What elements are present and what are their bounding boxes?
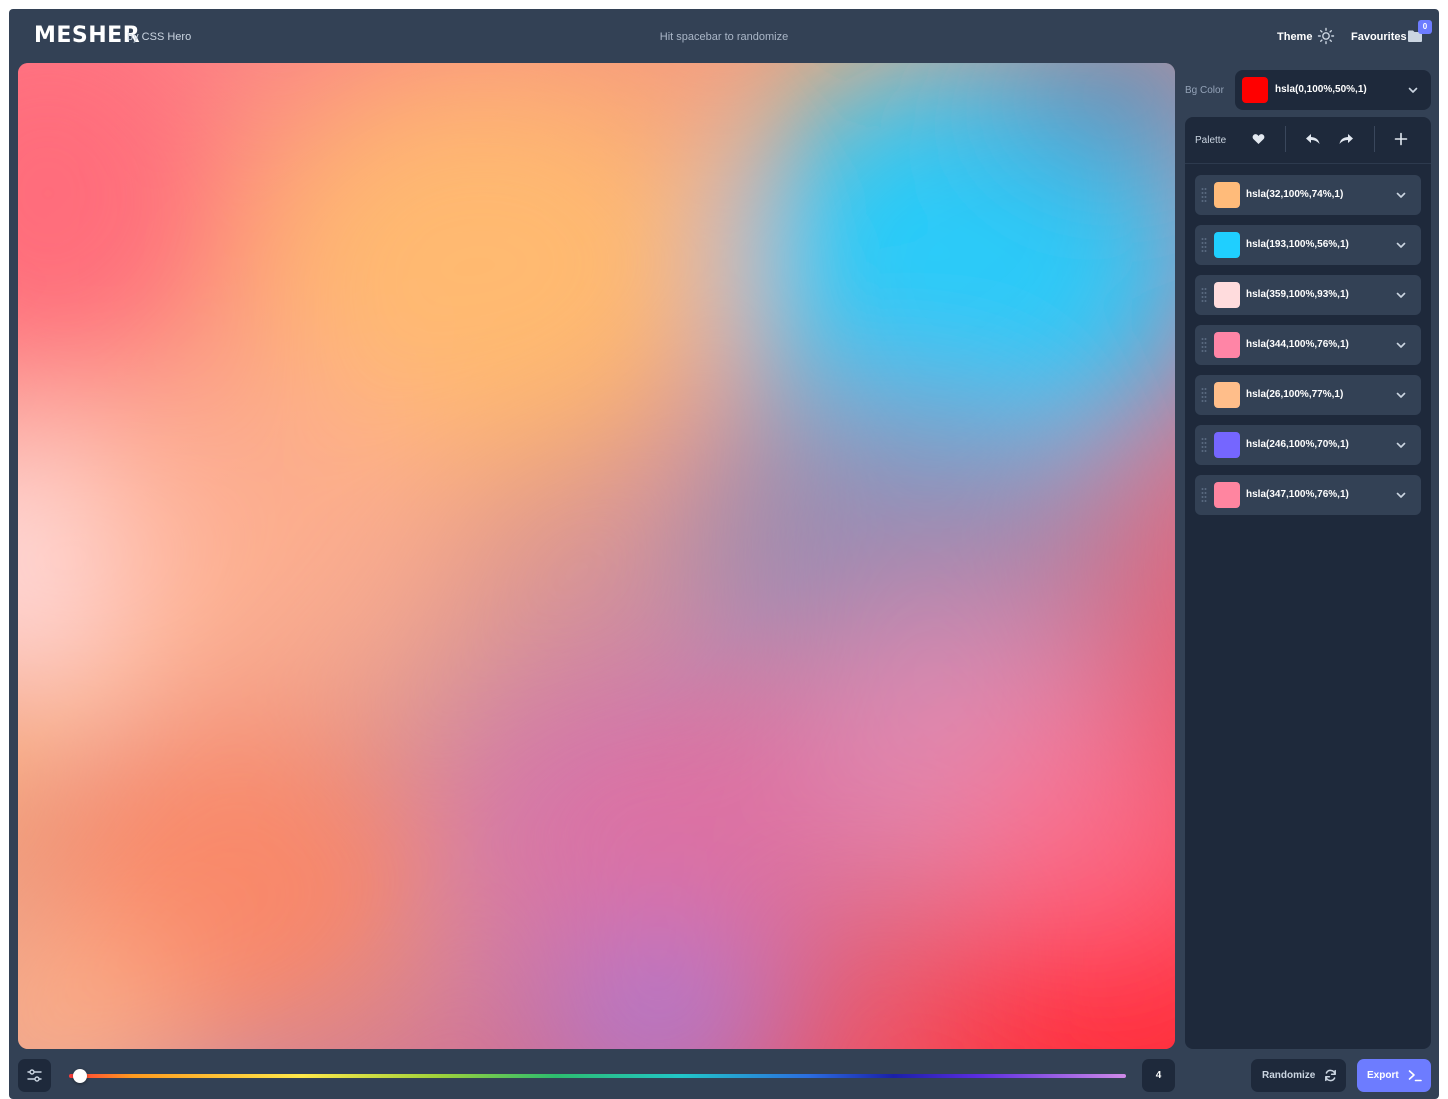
palette-color-row[interactable]: hsla(359,100%,93%,1) xyxy=(1195,275,1421,315)
favourites-button[interactable]: Favourites xyxy=(1351,31,1407,43)
color-swatch[interactable] xyxy=(1214,282,1240,308)
terminal-icon xyxy=(1408,1070,1422,1082)
redo-icon[interactable] xyxy=(1338,132,1354,146)
color-value: hsla(193,100%,56%,1) xyxy=(1246,239,1349,250)
chevron-down-icon[interactable] xyxy=(1395,239,1407,251)
color-value: hsla(246,100%,70%,1) xyxy=(1246,439,1349,450)
bg-color-select[interactable]: hsla(0,100%,50%,1) xyxy=(1235,70,1431,110)
color-slider-track[interactable] xyxy=(69,1074,1126,1078)
color-value: hsla(347,100%,76%,1) xyxy=(1246,489,1349,500)
toolbar-separator xyxy=(1374,126,1375,152)
palette-color-list: hsla(32,100%,74%,1) hsla(193,100%,56%,1)… xyxy=(1195,175,1421,525)
sun-icon[interactable] xyxy=(1317,27,1335,45)
color-swatch[interactable] xyxy=(1214,432,1240,458)
settings-button[interactable] xyxy=(18,1059,51,1092)
drag-handle-icon[interactable] xyxy=(1201,187,1207,203)
color-value: hsla(359,100%,93%,1) xyxy=(1246,289,1349,300)
header: MESHER by CSS Hero Hit spacebar to rando… xyxy=(9,9,1439,61)
randomize-hint: Hit spacebar to randomize xyxy=(659,31,789,43)
color-swatch[interactable] xyxy=(1214,232,1240,258)
mesh-gradient-preview xyxy=(18,63,1175,1049)
sliders-icon xyxy=(27,1069,42,1082)
palette-toolbar: Palette xyxy=(1185,117,1431,164)
palette-color-row[interactable]: hsla(26,100%,77%,1) xyxy=(1195,375,1421,415)
color-swatch[interactable] xyxy=(1214,482,1240,508)
color-value: hsla(344,100%,76%,1) xyxy=(1246,339,1349,350)
bg-color-label: Bg Color xyxy=(1185,85,1224,96)
undo-icon[interactable] xyxy=(1305,132,1321,146)
favourites-count-badge: 0 xyxy=(1418,20,1432,34)
color-swatch[interactable] xyxy=(1214,382,1240,408)
chevron-down-icon[interactable] xyxy=(1395,389,1407,401)
chevron-down-icon[interactable] xyxy=(1407,84,1419,96)
randomize-label: Randomize xyxy=(1262,1070,1316,1081)
points-count[interactable]: 4 xyxy=(1142,1059,1175,1092)
palette-color-row[interactable]: hsla(347,100%,76%,1) xyxy=(1195,475,1421,515)
refresh-icon xyxy=(1325,1069,1336,1082)
drag-handle-icon[interactable] xyxy=(1201,287,1207,303)
bg-color-value: hsla(0,100%,50%,1) xyxy=(1275,84,1367,95)
randomize-button[interactable]: Randomize xyxy=(1251,1059,1346,1092)
color-slider-thumb[interactable] xyxy=(73,1069,87,1083)
export-label: Export xyxy=(1367,1070,1399,1081)
color-value: hsla(26,100%,77%,1) xyxy=(1246,389,1344,400)
chevron-down-icon[interactable] xyxy=(1395,189,1407,201)
color-value: hsla(32,100%,74%,1) xyxy=(1246,189,1344,200)
palette-color-row[interactable]: hsla(246,100%,70%,1) xyxy=(1195,425,1421,465)
mesh-gradient-canvas[interactable] xyxy=(18,63,1175,1049)
theme-toggle-label[interactable]: Theme xyxy=(1277,31,1312,43)
drag-handle-icon[interactable] xyxy=(1201,237,1207,253)
palette-color-row[interactable]: hsla(32,100%,74%,1) xyxy=(1195,175,1421,215)
chevron-down-icon[interactable] xyxy=(1395,439,1407,451)
palette-panel: Palette hsla(32,100%,74%,1) hsla(193,100… xyxy=(1185,117,1431,1049)
drag-handle-icon[interactable] xyxy=(1201,387,1207,403)
drag-handle-icon[interactable] xyxy=(1201,437,1207,453)
drag-handle-icon[interactable] xyxy=(1201,487,1207,503)
mesher-app: MESHER by CSS Hero Hit spacebar to rando… xyxy=(9,9,1439,1099)
plus-icon[interactable] xyxy=(1394,132,1408,146)
color-swatch[interactable] xyxy=(1214,332,1240,358)
heart-icon[interactable] xyxy=(1252,133,1265,145)
color-swatch[interactable] xyxy=(1214,182,1240,208)
palette-color-row[interactable]: hsla(344,100%,76%,1) xyxy=(1195,325,1421,365)
palette-label: Palette xyxy=(1195,135,1227,146)
chevron-down-icon[interactable] xyxy=(1395,339,1407,351)
bg-color-swatch[interactable] xyxy=(1242,77,1268,103)
export-button[interactable]: Export xyxy=(1357,1059,1431,1092)
toolbar-separator xyxy=(1285,126,1286,152)
palette-color-row[interactable]: hsla(193,100%,56%,1) xyxy=(1195,225,1421,265)
drag-handle-icon[interactable] xyxy=(1201,337,1207,353)
chevron-down-icon[interactable] xyxy=(1395,489,1407,501)
chevron-down-icon[interactable] xyxy=(1395,289,1407,301)
